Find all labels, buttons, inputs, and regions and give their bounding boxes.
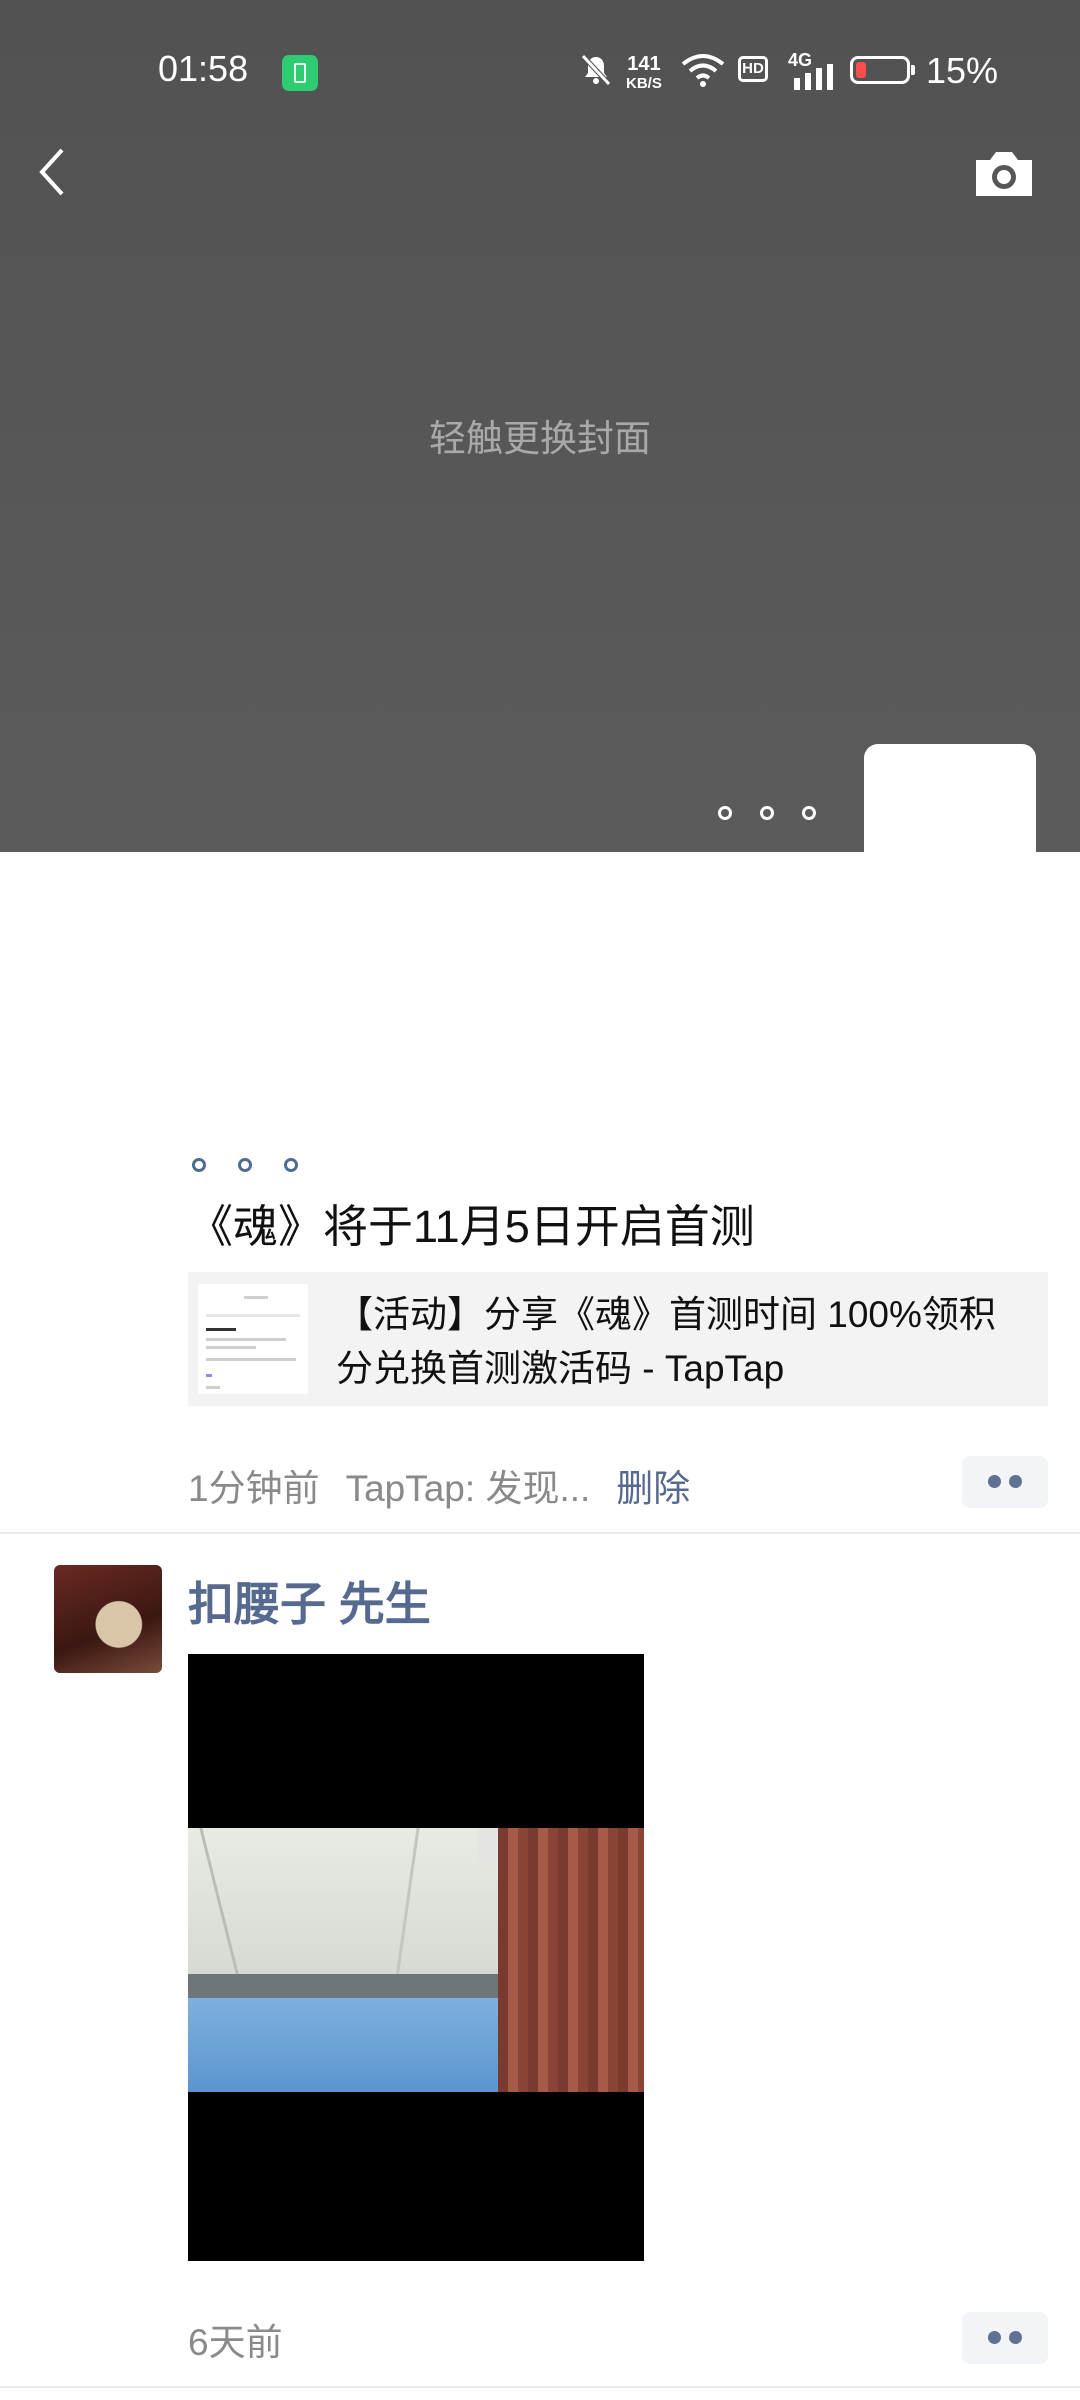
divider bbox=[0, 2386, 1080, 2388]
battery-icon bbox=[850, 56, 915, 84]
cover-change-hint: 轻触更换封面 bbox=[429, 418, 651, 459]
battery-saver-icon bbox=[282, 55, 318, 91]
signal-icon bbox=[794, 64, 833, 90]
mute-bell-icon bbox=[581, 54, 611, 86]
more-options-icon[interactable] bbox=[962, 2312, 1048, 2364]
username[interactable]: 扣腰子 先生 bbox=[188, 1568, 431, 1634]
profile-avatar[interactable] bbox=[864, 744, 1036, 854]
post-meta: 1分钟前 TapTap: 发现... 删除 bbox=[188, 1458, 690, 1512]
link-title: 【活动】分享《魂》首测时间 100%领积分兑换首测激活码 - TapTap bbox=[336, 1294, 996, 1389]
more-options-icon[interactable] bbox=[962, 1456, 1048, 1508]
link-thumbnail bbox=[198, 1284, 308, 1394]
battery-percent: 15% bbox=[926, 50, 999, 91]
cover-more-icon[interactable] bbox=[712, 806, 832, 830]
divider bbox=[0, 1532, 1080, 1534]
post-image[interactable] bbox=[188, 1654, 644, 2261]
network-speed: 141 KB/S bbox=[626, 53, 662, 92]
link-card[interactable]: 【活动】分享《魂》首测时间 100%领积分兑换首测激活码 - TapTap bbox=[188, 1272, 1048, 1406]
post-time: 6天前 bbox=[188, 2322, 283, 2363]
post-text: 《魂》将于11月5日开启首测 bbox=[188, 1201, 755, 1252]
camera-icon[interactable] bbox=[972, 146, 1036, 200]
delete-button[interactable]: 删除 bbox=[616, 1468, 690, 1509]
back-arrow-icon[interactable] bbox=[30, 140, 80, 204]
post-time: 1分钟前 bbox=[188, 1468, 320, 1509]
status-bar: 01:58 141 KB/S HD 4G 15% bbox=[0, 0, 1080, 140]
status-time: 01:58 bbox=[158, 48, 249, 89]
post-loading-indicator bbox=[188, 1158, 308, 1176]
avatar[interactable] bbox=[54, 1565, 162, 1673]
post-source[interactable]: TapTap: 发现... bbox=[346, 1468, 591, 1509]
wifi-icon bbox=[681, 54, 725, 87]
hd-icon: HD bbox=[738, 56, 768, 82]
